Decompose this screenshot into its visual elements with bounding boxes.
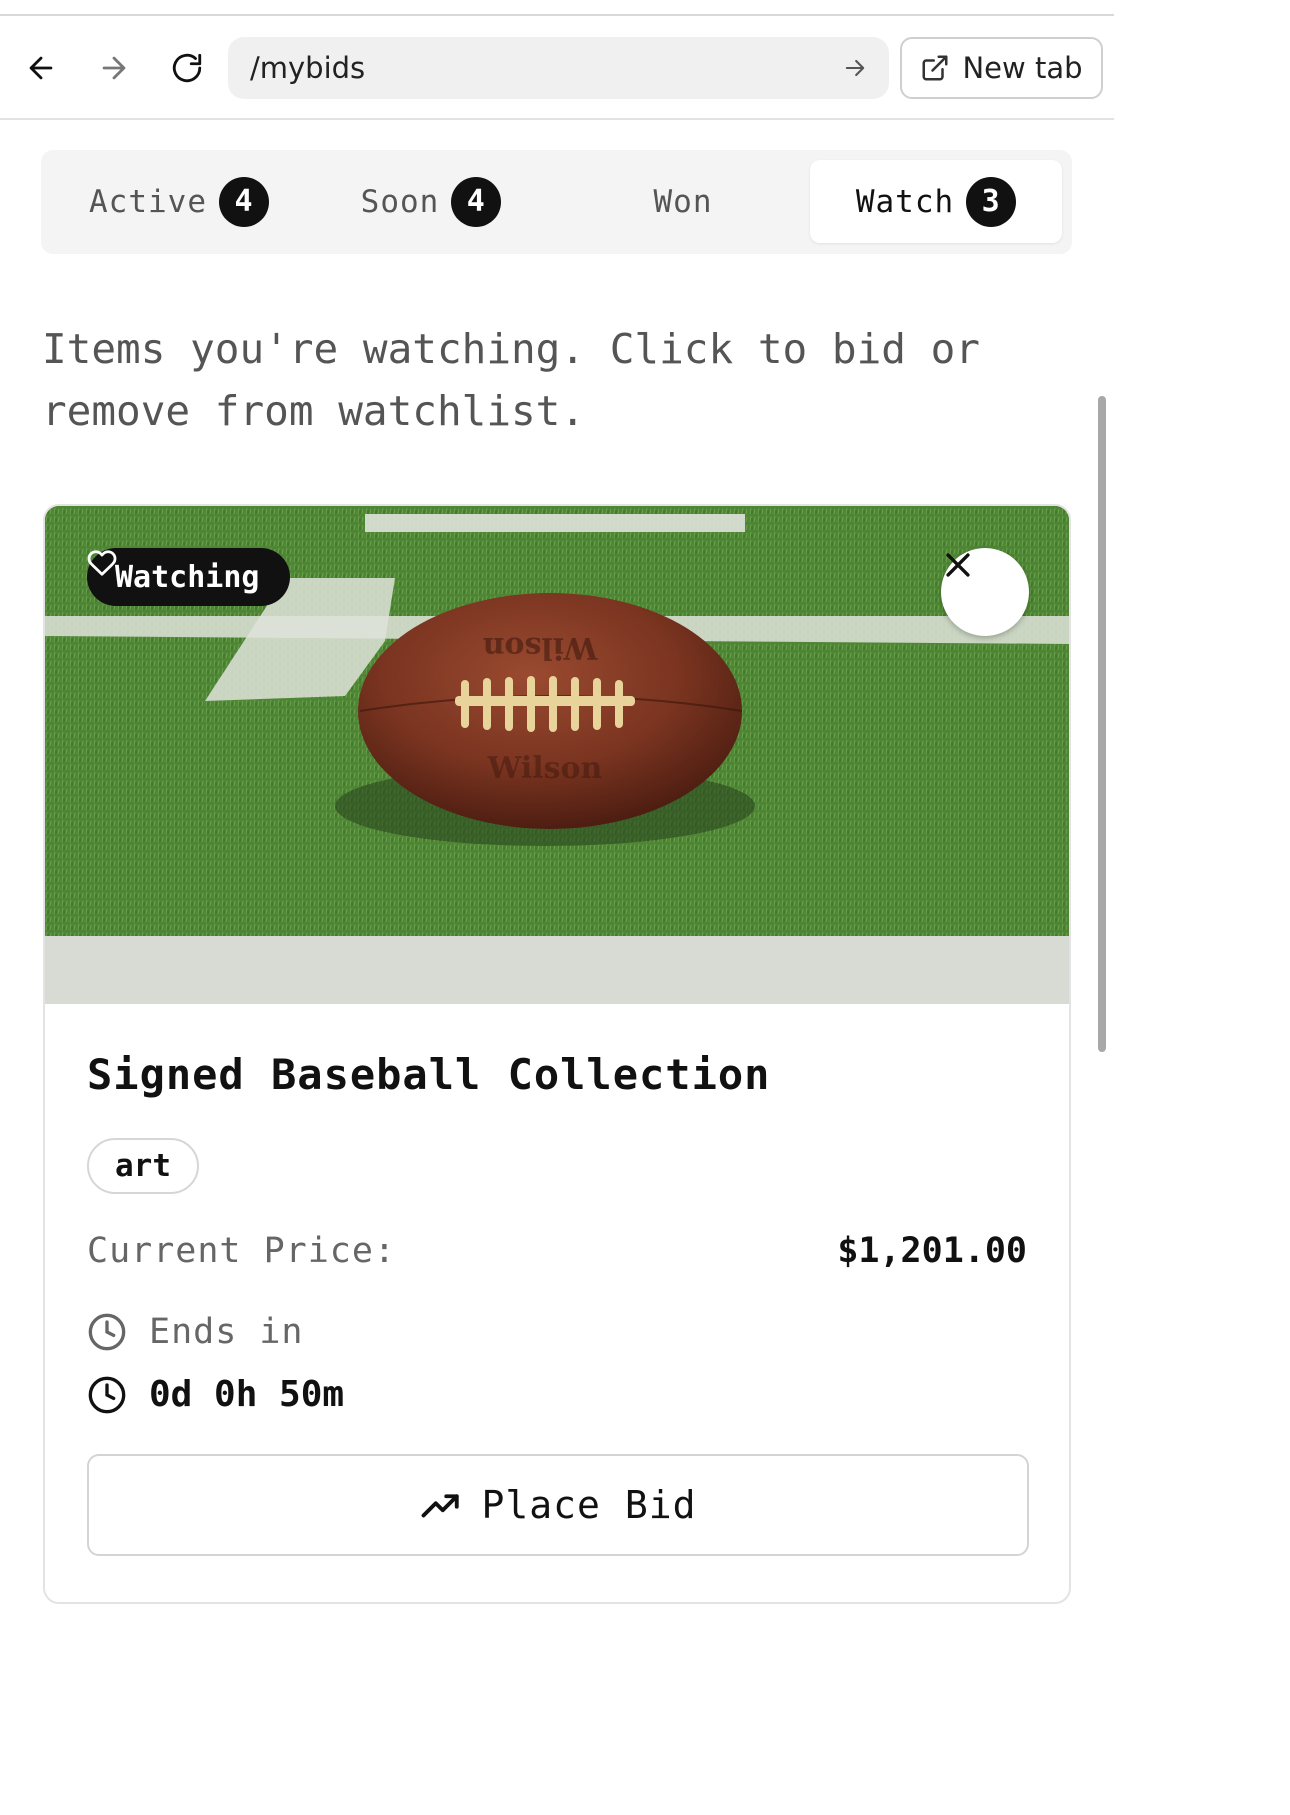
- tab-label: Watch: [855, 183, 955, 220]
- bids-tab-bar: Active 4 Soon 4 Won Watch 3: [41, 150, 1072, 254]
- trending-up-icon: [421, 1494, 459, 1518]
- address-bar[interactable]: /mybids: [228, 37, 889, 99]
- arrow-right-icon: [102, 56, 126, 80]
- item-title: Signed Baseball Collection: [87, 1050, 771, 1099]
- watching-badge: Watching: [87, 548, 290, 606]
- forward-button[interactable]: [94, 48, 134, 88]
- ends-in-row: Ends in: [87, 1312, 304, 1352]
- price-label: Current Price:: [87, 1231, 397, 1271]
- new-tab-button[interactable]: New tab: [900, 37, 1103, 99]
- browser-toolbar: /mybids New tab: [0, 16, 1114, 120]
- clock-icon: [88, 1376, 126, 1413]
- new-tab-label: New tab: [962, 51, 1083, 85]
- arrow-left-icon: [29, 56, 53, 80]
- remove-from-watchlist-button[interactable]: [941, 548, 1029, 636]
- time-left-row: 0d 0h 50m: [87, 1374, 344, 1415]
- watching-label: Watching: [115, 559, 260, 595]
- count-badge: 4: [218, 176, 269, 227]
- scrollbar-thumb[interactable]: [1098, 396, 1106, 1052]
- url-text: /mybids: [250, 51, 366, 85]
- external-link-icon: [922, 55, 948, 81]
- svg-text:Wilson: Wilson: [487, 751, 603, 786]
- place-bid-button[interactable]: Place Bid: [87, 1454, 1029, 1556]
- back-button[interactable]: [21, 48, 61, 88]
- count-badge: 3: [966, 176, 1017, 227]
- price-value: $1,201.00: [837, 1231, 1027, 1271]
- tab-active[interactable]: Active 4: [53, 160, 305, 243]
- reload-icon: [172, 53, 202, 83]
- tab-label: Won: [653, 183, 713, 220]
- item-photo: Wilson Wilson Watching: [45, 506, 1069, 1004]
- go-arrow-icon[interactable]: [841, 54, 869, 82]
- tab-won[interactable]: Won: [557, 160, 809, 243]
- watched-item-card[interactable]: Wilson Wilson Watching Signed Baseball C…: [43, 504, 1071, 1604]
- close-icon: [946, 553, 970, 577]
- svg-text:Wilson: Wilson: [482, 630, 598, 665]
- ends-in-label: Ends in: [149, 1312, 304, 1352]
- place-bid-label: Place Bid: [481, 1483, 697, 1527]
- reload-button[interactable]: [167, 48, 207, 88]
- category-tag: art: [87, 1138, 199, 1194]
- tab-label: Active: [89, 183, 207, 220]
- time-left-value: 0d 0h 50m: [149, 1374, 345, 1415]
- clock-icon: [88, 1313, 126, 1351]
- tab-label: Soon: [360, 183, 440, 220]
- count-badge: 4: [451, 176, 502, 227]
- tab-soon[interactable]: Soon 4: [305, 160, 557, 243]
- tab-watch[interactable]: Watch 3: [810, 160, 1062, 243]
- heart-icon: [87, 550, 117, 576]
- watchlist-description: Items you're watching. Click to bid or r…: [42, 325, 980, 435]
